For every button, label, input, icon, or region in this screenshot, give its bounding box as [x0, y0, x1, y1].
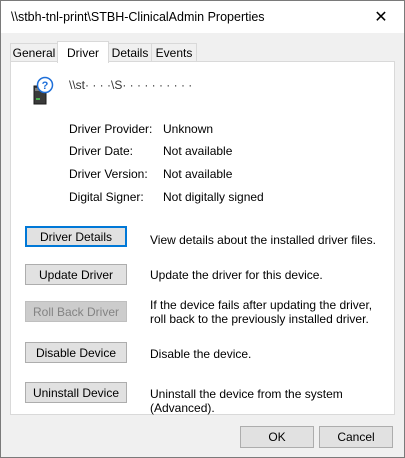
- tab-driver-label: Driver: [67, 45, 99, 60]
- tab-driver[interactable]: Driver: [57, 41, 109, 63]
- title-bar[interactable]: \\stbh-tnl-print\STBH-ClinicalAdmin Prop…: [1, 1, 404, 33]
- tab-general-label: General: [12, 45, 56, 60]
- device-name: \\st· · · ·\S· · · · · · · · · ·: [69, 78, 193, 92]
- uninstall-device-button[interactable]: Uninstall Device: [25, 382, 127, 403]
- driver-version-value: Not available: [163, 167, 233, 181]
- printer-question-icon: ?: [33, 76, 54, 105]
- uninstall-device-desc: Uninstall the device from the system (Ad…: [150, 387, 343, 415]
- tab-details[interactable]: Details: [108, 43, 152, 61]
- driver-details-desc: View details about the installed driver …: [150, 233, 376, 247]
- update-driver-desc: Update the driver for this device.: [150, 268, 323, 282]
- digital-signer-value: Not digitally signed: [163, 190, 264, 204]
- digital-signer-label: Digital Signer:: [69, 190, 144, 204]
- window-title: \\stbh-tnl-print\STBH-ClinicalAdmin Prop…: [11, 10, 265, 24]
- driver-date-value: Not available: [163, 144, 233, 158]
- driver-provider-value: Unknown: [163, 122, 214, 136]
- tab-general[interactable]: General: [10, 43, 58, 61]
- driver-provider-label: Driver Provider:: [69, 122, 153, 136]
- ok-button[interactable]: OK: [240, 426, 314, 448]
- tab-strip: General Driver Details Events: [10, 41, 395, 63]
- tab-events[interactable]: Events: [151, 43, 197, 61]
- driver-details-button[interactable]: Driver Details: [25, 226, 127, 247]
- roll-back-driver-desc: If the device fails after updating the d…: [150, 298, 373, 326]
- disable-device-button[interactable]: Disable Device: [25, 342, 127, 363]
- update-driver-button[interactable]: Update Driver: [25, 264, 127, 285]
- cancel-button[interactable]: Cancel: [319, 426, 393, 448]
- driver-panel: ? \\st· · · ·\S· · · · · · · · · · Drive…: [10, 61, 395, 415]
- close-button[interactable]: ✕: [358, 1, 404, 33]
- roll-back-driver-button[interactable]: Roll Back Driver: [25, 301, 127, 322]
- close-icon: ✕: [374, 9, 388, 26]
- disable-device-desc: Disable the device.: [150, 347, 252, 361]
- tab-events-label: Events: [155, 45, 193, 60]
- driver-date-label: Driver Date:: [69, 144, 134, 158]
- driver-version-label: Driver Version:: [69, 167, 148, 181]
- tab-details-label: Details: [111, 45, 149, 60]
- properties-dialog: \\stbh-tnl-print\STBH-ClinicalAdmin Prop…: [0, 0, 405, 458]
- svg-text:?: ?: [42, 80, 49, 92]
